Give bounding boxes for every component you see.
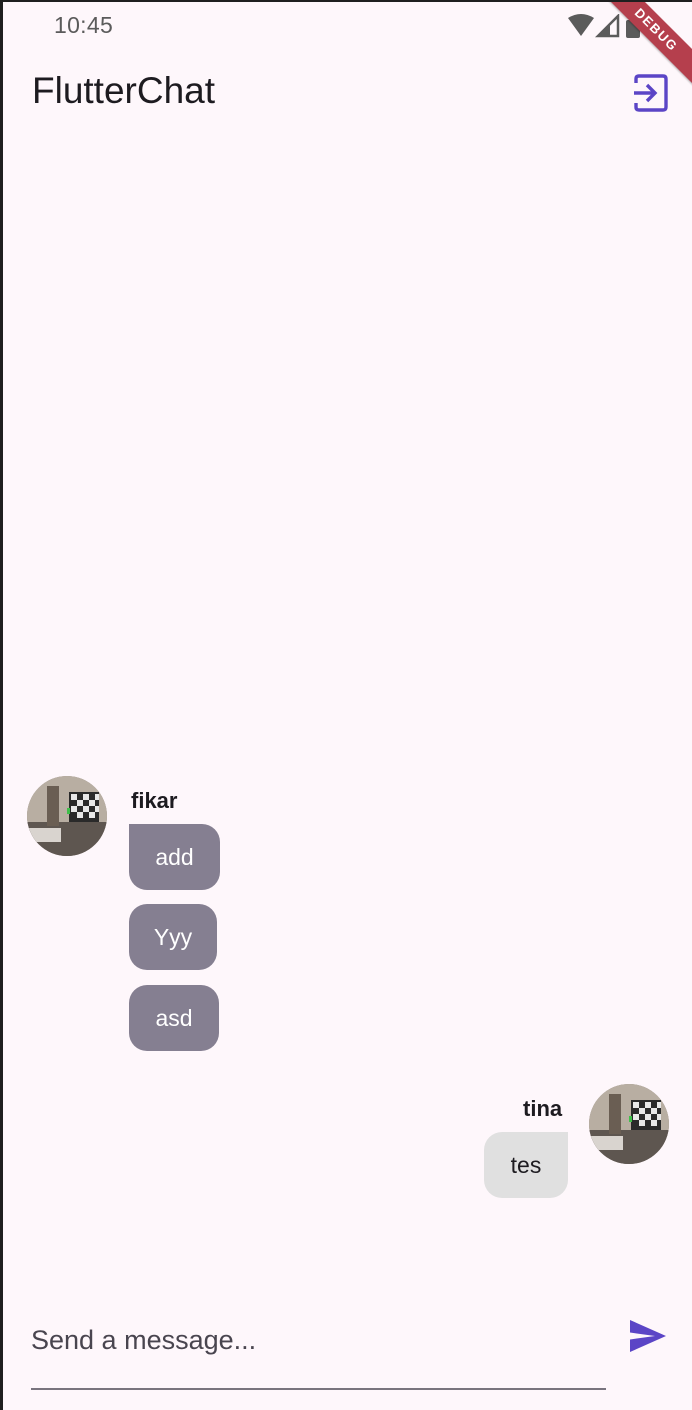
chat-screen: 10:45 DEBUG FlutterChat fikar add Yyy as… (0, 0, 692, 1410)
avatar-tina (589, 1084, 669, 1164)
send-icon (630, 1320, 666, 1352)
message-input[interactable] (31, 1292, 606, 1390)
app-title: FlutterChat (32, 70, 216, 111)
sender-name: tina (523, 1096, 563, 1121)
exit-to-app-icon (634, 74, 668, 112)
cellular-signal-icon (594, 12, 620, 38)
message-composer (3, 1292, 692, 1410)
message-bubble: tes (484, 1132, 568, 1198)
sender-name: fikar (131, 788, 178, 813)
exit-button[interactable] (632, 74, 670, 112)
wifi-icon (568, 14, 594, 36)
status-bar: 10:45 DEBUG (3, 2, 692, 96)
send-button[interactable] (628, 1316, 668, 1356)
message-bubble: asd (129, 985, 219, 1051)
status-time: 10:45 (54, 12, 114, 38)
app-bar: FlutterChat (3, 50, 692, 140)
avatar-fikar (27, 776, 107, 856)
message-bubble: Yyy (129, 904, 217, 970)
message-bubble: add (129, 824, 220, 890)
